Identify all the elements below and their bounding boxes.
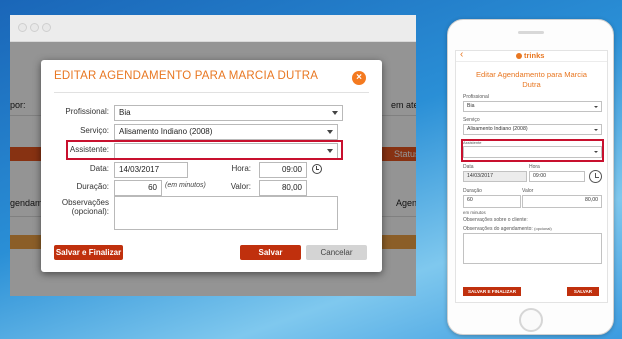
mobile-title-line1: Editar Agendamento para Marcia <box>475 70 588 79</box>
profissional-label: Profissional: <box>65 107 109 116</box>
logo-mark-icon <box>516 53 522 59</box>
m-valor-label: Valor <box>522 188 534 194</box>
chevron-down-icon <box>327 130 333 134</box>
m-profissional-select[interactable]: Bia <box>463 101 602 112</box>
edit-appointment-modal: EDITAR AGENDAMENTO PARA MARCIA DUTRA × P… <box>41 60 382 272</box>
hora-label: Hora: <box>231 164 251 173</box>
profissional-select[interactable]: Bia <box>114 105 343 121</box>
m-data-label: Data <box>463 164 474 170</box>
servico-label: Serviço: <box>80 126 109 135</box>
chevron-down-icon <box>594 106 598 108</box>
m-hora-label: Hora <box>529 164 540 170</box>
mobile-title: Editar Agendamento para Marcia Dutra <box>456 70 607 90</box>
chevron-down-icon <box>594 129 598 131</box>
hora-input[interactable]: 09:00 <box>259 162 307 178</box>
window-minimize-dot[interactable] <box>30 23 39 32</box>
m-obs-agendamento-textarea[interactable] <box>463 233 602 264</box>
mobile-screen: ‹ trinks Editar Agendamento para Marcia … <box>455 50 608 303</box>
trinks-logo: trinks <box>516 51 544 60</box>
servico-value: Alisamento Indiano (2008) <box>119 127 213 136</box>
m-valor-input[interactable]: 80,00 <box>522 195 602 208</box>
duracao-label: Duração: <box>76 182 109 191</box>
mobile-phone: ‹ trinks Editar Agendamento para Marcia … <box>447 19 614 335</box>
data-label: Data: <box>89 164 109 173</box>
data-input[interactable]: 14/03/2017 <box>114 162 188 178</box>
m-valor-value: 80,00 <box>585 197 598 203</box>
mobile-title-line2: Dutra <box>522 80 541 89</box>
browser-title-bar <box>10 15 416 42</box>
m-duracao-hint: em minutos <box>463 210 486 215</box>
duracao-hint: (em minutos) <box>165 182 206 189</box>
cancel-button[interactable]: Cancelar <box>306 245 367 260</box>
modal-title: EDITAR AGENDAMENTO PARA MARCIA DUTRA <box>54 70 319 82</box>
assistente-highlight-box <box>66 140 343 160</box>
save-button[interactable]: Salvar <box>240 245 301 260</box>
valor-label: Valor: <box>230 182 251 191</box>
profissional-value: Bia <box>119 108 131 117</box>
back-icon[interactable]: ‹ <box>460 51 463 60</box>
m-profissional-label: Profissional <box>463 94 489 100</box>
hora-value: 09:00 <box>281 165 302 174</box>
m-hora-input[interactable]: 09:00 <box>529 171 585 182</box>
m-servico-select[interactable]: Alisamento Indiano (2008) <box>463 124 602 135</box>
phone-home-button[interactable] <box>519 308 543 332</box>
window-close-dot[interactable] <box>18 23 27 32</box>
chevron-down-icon <box>332 111 338 115</box>
duracao-input[interactable]: 60 <box>114 180 162 196</box>
m-assistente-highlight-box <box>461 139 604 162</box>
data-value: 14/03/2017 <box>119 165 160 174</box>
m-data-value: 14/03/2017 <box>467 173 493 179</box>
observacoes-label-line2: (opcional): <box>71 207 109 216</box>
observacoes-label-line1: Observações <box>61 198 109 207</box>
m-save-button[interactable]: SALVAR <box>567 287 599 296</box>
m-profissional-value: Bia <box>467 103 475 109</box>
m-hora-value: 09:00 <box>533 173 546 179</box>
save-and-finalize-button[interactable]: Salvar e Finalizar <box>54 245 123 260</box>
m-obs-cliente-label: Observações sobre o cliente: <box>463 217 528 223</box>
phone-speaker <box>518 31 544 34</box>
clock-icon[interactable] <box>589 170 602 183</box>
m-servico-label: Serviço <box>463 117 480 123</box>
duracao-value: 60 <box>148 183 157 192</box>
m-duracao-input[interactable]: 60 <box>463 195 521 208</box>
m-data-input[interactable]: 14/03/2017 <box>463 171 527 182</box>
observacoes-textarea[interactable] <box>114 196 338 230</box>
close-icon[interactable]: × <box>352 71 366 85</box>
m-save-and-finalize-button[interactable]: SALVAR E FINALIZAR <box>463 287 521 296</box>
m-obs-agendamento-label: Observações do agendamento: (opcional) <box>463 226 552 232</box>
title-divider <box>54 92 369 93</box>
m-duracao-value: 60 <box>467 197 473 203</box>
clock-icon[interactable] <box>312 164 322 174</box>
valor-input[interactable]: 80,00 <box>259 180 307 196</box>
m-servico-value: Alisamento Indiano (2008) <box>467 126 528 132</box>
window-maximize-dot[interactable] <box>42 23 51 32</box>
m-duracao-label: Duração <box>463 188 482 194</box>
servico-select[interactable]: Alisamento Indiano (2008) <box>114 124 338 140</box>
mobile-top-bar: ‹ trinks <box>456 51 607 62</box>
valor-value: 80,00 <box>281 183 302 192</box>
